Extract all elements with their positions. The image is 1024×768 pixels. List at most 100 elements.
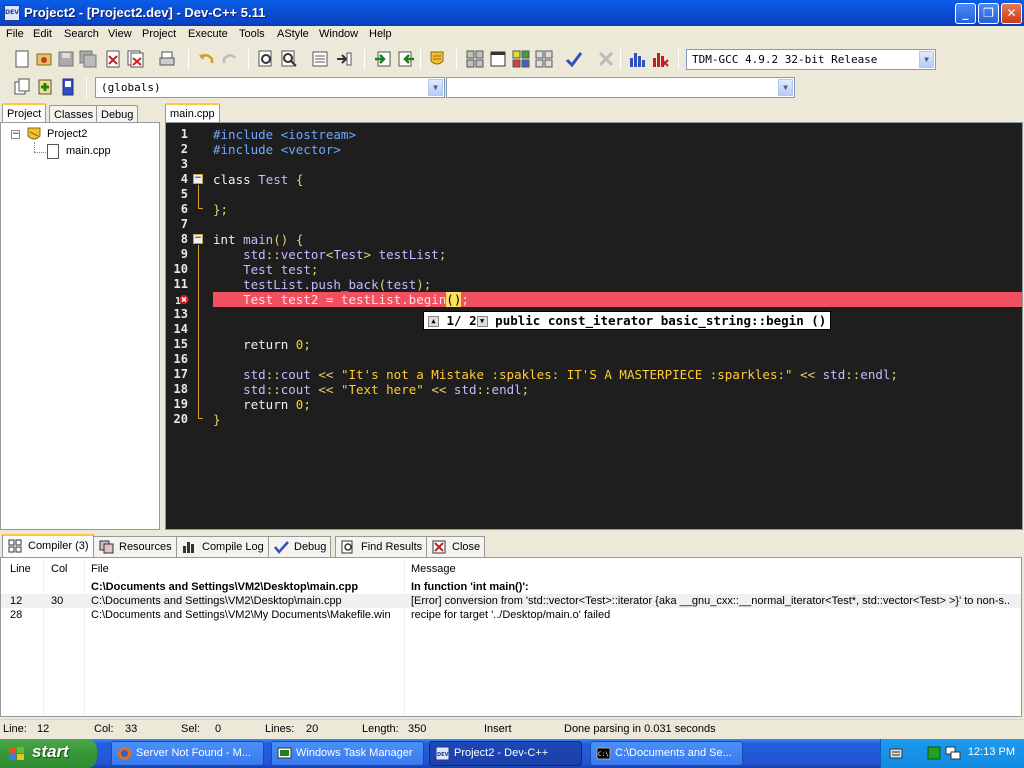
close-file-icon[interactable] [104, 50, 122, 68]
menu-astyle[interactable]: AStyle [277, 28, 309, 40]
stop-execution-icon[interactable] [597, 50, 615, 68]
print-icon[interactable] [158, 50, 176, 68]
remove-from-project-icon[interactable] [397, 50, 415, 68]
fold-toggle-icon[interactable]: − [193, 234, 203, 244]
close-button[interactable]: ✕ [1001, 3, 1022, 24]
green-tray-icon[interactable] [927, 746, 941, 760]
code-line: std::cout << "Text here" << std::endl; [243, 382, 530, 397]
tab-project[interactable]: Project [2, 103, 47, 124]
redo-icon[interactable] [221, 50, 239, 68]
task-command-prompt[interactable]: C:\ C:\Documents and Se... [590, 741, 743, 766]
menu-execute[interactable]: Execute [188, 28, 228, 40]
compiler-select[interactable]: TDM-GCC 4.9.2 32-bit Release ▼ [686, 49, 936, 70]
menu-edit[interactable]: Edit [33, 28, 52, 40]
syntax-check-icon[interactable] [565, 50, 583, 68]
menu-project[interactable]: Project [142, 28, 176, 40]
menu-file[interactable]: File [6, 28, 24, 40]
function-select[interactable]: ▼ [446, 77, 795, 98]
save-icon[interactable] [57, 50, 75, 68]
cell-message: [Error] conversion from 'std::vector<Tes… [411, 595, 1011, 607]
replace-icon[interactable] [280, 50, 298, 68]
delete-profile-icon[interactable] [651, 50, 669, 68]
status-lines: 20 [306, 723, 319, 735]
close-all-icon[interactable] [126, 50, 144, 68]
menu-help[interactable]: Help [369, 28, 392, 40]
tab-compiler[interactable]: Compiler (3) [2, 534, 94, 557]
project-options-icon[interactable] [428, 50, 446, 68]
goto-line-icon[interactable] [311, 50, 329, 68]
tree-item-project[interactable]: Project2 [47, 128, 87, 140]
scope-select[interactable]: (globals) ▼ [95, 77, 445, 98]
menu-search[interactable]: Search [64, 28, 99, 40]
line-number: 20 [173, 412, 188, 426]
code-editor[interactable]: 1 2 3 4 5 6 7 8 9 10 11 1 13 14 15 16 17… [165, 122, 1023, 530]
task-manager-icon [277, 747, 292, 759]
task-label: Project2 - Dev-C++ [454, 747, 549, 759]
rebuild-all-icon[interactable] [535, 50, 553, 68]
collapse-icon[interactable]: − [11, 130, 20, 139]
insert-icon[interactable] [13, 78, 31, 96]
chevron-down-icon[interactable]: ▼ [428, 79, 443, 96]
hint-down-icon[interactable]: ▼ [476, 316, 488, 327]
taskbar: start Server Not Found - M... Windows Ta… [0, 739, 1024, 768]
task-firefox[interactable]: Server Not Found - M... [111, 741, 264, 766]
menu-tools[interactable]: Tools [239, 28, 265, 40]
menu-view[interactable]: View [108, 28, 132, 40]
status-col-label: Col: [94, 723, 114, 735]
scope-select-value: (globals) [101, 81, 161, 94]
hint-up-icon[interactable]: ▲ [428, 316, 439, 327]
code-line-error: Test test2 = testList.begin(); [213, 292, 469, 307]
keyboard-icon[interactable] [889, 746, 903, 760]
column-header-line[interactable]: Line [10, 563, 31, 575]
maximize-button[interactable]: ❐ [978, 3, 999, 24]
tree-item-main-cpp[interactable]: main.cpp [66, 145, 111, 157]
firefox-icon [118, 747, 131, 760]
toggle-bookmark-icon[interactable] [36, 78, 54, 96]
compiler-messages-table[interactable]: Line Col File Message C:\Documents and S… [0, 557, 1022, 717]
task-devcpp[interactable]: DEV Project2 - Dev-C++ [429, 741, 582, 766]
tab-compile-log[interactable]: Compile Log [176, 536, 269, 557]
column-header-message[interactable]: Message [411, 563, 456, 575]
line-number: 1 [180, 127, 188, 141]
goto-function-icon[interactable] [335, 50, 353, 68]
table-row[interactable]: 28 C:\Documents and Settings\VM2\My Docu… [1, 608, 1021, 622]
code-line: int main() { [213, 232, 304, 247]
column-header-col[interactable]: Col [51, 563, 68, 575]
devcpp-app-icon[interactable]: DEV [4, 5, 20, 21]
table-row[interactable]: C:\Documents and Settings\VM2\Desktop\ma… [1, 580, 1021, 594]
run-icon[interactable] [489, 50, 507, 68]
fold-toggle-icon[interactable]: − [193, 174, 203, 184]
add-to-project-icon[interactable] [374, 50, 392, 68]
code-line: }; [213, 202, 229, 217]
tab-debug-output[interactable]: Debug [268, 536, 332, 557]
minimize-button[interactable]: _ [955, 3, 976, 24]
chevron-down-icon[interactable]: ▼ [778, 79, 793, 96]
tab-resources[interactable]: Resources [93, 536, 177, 557]
windows-flag-icon [9, 747, 24, 760]
undo-icon[interactable] [197, 50, 215, 68]
start-button[interactable]: start [0, 739, 97, 768]
tab-find-results[interactable]: Find Results [335, 536, 428, 557]
compile-run-icon[interactable] [512, 50, 530, 68]
profile-icon[interactable] [628, 50, 646, 68]
new-file-icon[interactable] [13, 50, 31, 68]
column-header-file[interactable]: File [91, 563, 109, 575]
line-number: 5 [180, 187, 188, 201]
find-icon[interactable] [257, 50, 275, 68]
task-task-manager[interactable]: Windows Task Manager [271, 741, 424, 766]
network-icon[interactable] [945, 745, 961, 761]
tab-close[interactable]: Close [426, 536, 486, 557]
line-number: 17 [173, 367, 188, 381]
menu-window[interactable]: Window [319, 28, 358, 40]
line-number: 8 [180, 232, 188, 246]
chevron-down-icon[interactable]: ▼ [919, 51, 934, 68]
project-icon [27, 127, 41, 140]
compile-icon[interactable] [466, 50, 484, 68]
line-number: 16 [173, 352, 188, 366]
open-file-icon[interactable] [35, 50, 53, 68]
save-all-icon[interactable] [79, 50, 97, 68]
table-row[interactable]: 12 30 C:\Documents and Settings\VM2\Desk… [1, 594, 1021, 608]
tab-main-cpp[interactable]: main.cpp [165, 103, 220, 124]
goto-bookmark-icon[interactable] [59, 78, 77, 96]
clock[interactable]: 12:13 PM [968, 746, 1015, 758]
